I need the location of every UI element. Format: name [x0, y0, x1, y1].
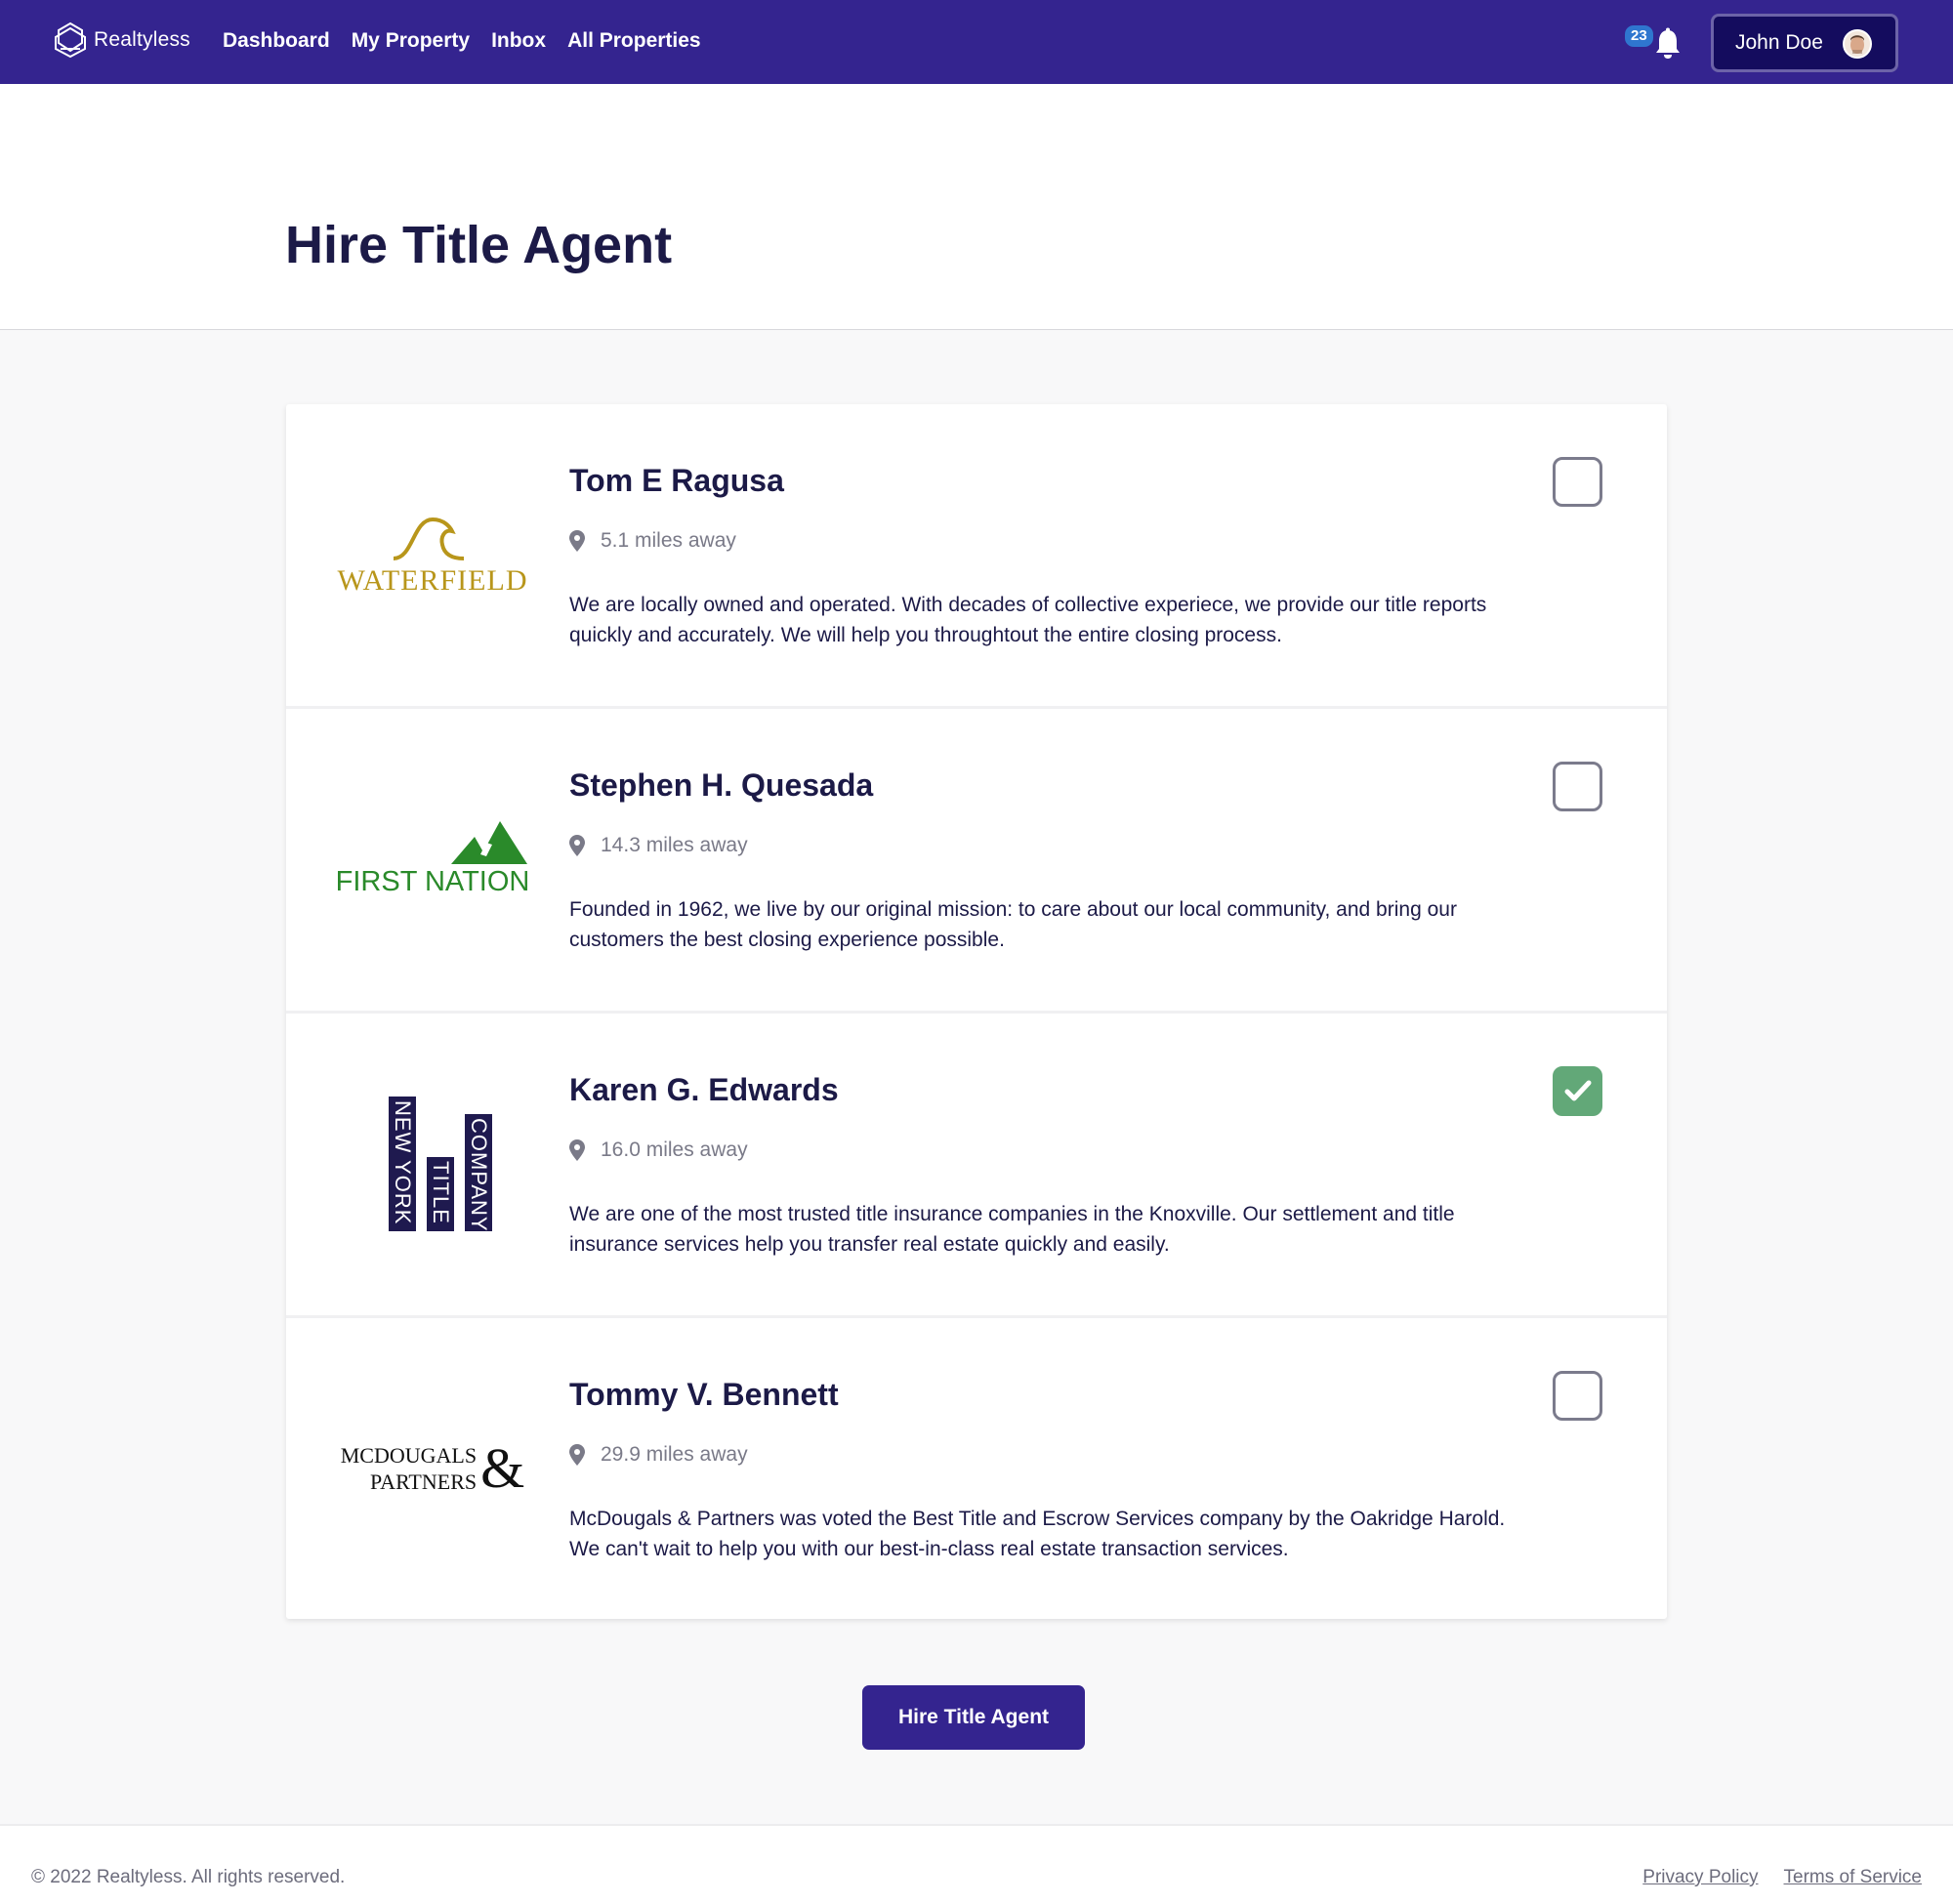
user-name: John Doe: [1735, 31, 1823, 54]
agent-description: McDougals & Partners was voted the Best …: [569, 1508, 1506, 1560]
agent-name: Stephen H. Quesada: [569, 767, 874, 803]
distance-text: 29.9 miles away: [601, 1443, 748, 1466]
logo-ampersand: &: [480, 1436, 525, 1500]
distance-text: 5.1 miles away: [601, 529, 736, 552]
hire-title-agent-button[interactable]: Hire Title Agent: [862, 1685, 1085, 1750]
nav-link-inbox[interactable]: Inbox: [491, 29, 546, 53]
user-avatar: [1843, 29, 1872, 59]
bell-icon: [1656, 27, 1680, 59]
company-logo-first-nation: FIRST NATION: [335, 709, 530, 1011]
company-logo-new-york-title: NEW YORK TITLE COMPANY: [335, 1014, 530, 1315]
avatar-face-icon: [1850, 35, 1864, 54]
company-logo-text: MCDOUGALS PARTNERS: [341, 1442, 477, 1495]
logo-bar-company: COMPANY: [465, 1113, 492, 1231]
agent-name: Tommy V. Bennett: [569, 1377, 839, 1412]
location-pin-icon: [569, 1444, 585, 1466]
copyright-text: © 2022 Realtyless. All rights reserved.: [31, 1867, 346, 1887]
location-pin-icon: [569, 835, 585, 856]
user-menu-button[interactable]: John Doe: [1711, 14, 1898, 72]
agent-name: Tom E Ragusa: [569, 463, 784, 498]
agent-name: Karen G. Edwards: [569, 1072, 839, 1107]
house-logo-icon: [55, 21, 86, 59]
select-agent-checkbox[interactable]: [1553, 1371, 1602, 1421]
page-title: Hire Title Agent: [285, 216, 673, 274]
logo-line-partners: PARTNERS: [369, 1469, 478, 1494]
agent-distance: 16.0 miles away: [569, 1138, 748, 1162]
footer: © 2022 Realtyless. All rights reserved. …: [0, 1824, 1953, 1904]
brand-name: Realtyless: [94, 28, 190, 51]
top-navbar: Realtyless Dashboard My Property Inbox A…: [0, 0, 1953, 84]
mountain-logo-icon: [451, 821, 528, 864]
nav-link-all-properties[interactable]: All Properties: [567, 29, 701, 53]
agent-description: Founded in 1962, we live by our original…: [569, 898, 1457, 951]
agent-card[interactable]: MCDOUGALS PARTNERS & Tommy V. Bennett 29…: [286, 1318, 1667, 1619]
notifications-button[interactable]: 23: [1625, 25, 1680, 64]
agent-distance: 29.9 miles away: [569, 1443, 748, 1467]
checkmark-icon: [1564, 1080, 1592, 1101]
agent-distance: 14.3 miles away: [569, 834, 748, 857]
logo-bar-new-york: NEW YORK: [389, 1096, 416, 1231]
terms-of-service-link[interactable]: Terms of Service: [1784, 1867, 1922, 1888]
distance-text: 16.0 miles away: [601, 1138, 748, 1161]
privacy-policy-link[interactable]: Privacy Policy: [1642, 1867, 1758, 1888]
page-header: Hire Title Agent: [0, 84, 1953, 330]
company-logo-waterfield: WATERFIELD: [335, 404, 530, 706]
agent-card[interactable]: WATERFIELD Tom E Ragusa 5.1 miles away W…: [286, 404, 1667, 709]
agent-distance: 5.1 miles away: [569, 529, 736, 553]
notification-count-badge: 23: [1625, 25, 1653, 47]
select-agent-checkbox[interactable]: [1553, 457, 1602, 507]
company-logo-text: FIRST NATION: [335, 866, 530, 897]
agent-card[interactable]: FIRST NATION Stephen H. Quesada 14.3 mil…: [286, 709, 1667, 1014]
nav-link-dashboard[interactable]: Dashboard: [223, 29, 330, 53]
agent-description: We are one of the most trusted title ins…: [569, 1203, 1455, 1256]
nav-links: Dashboard My Property Inbox All Properti…: [223, 29, 723, 53]
brand-logo[interactable]: Realtyless: [53, 21, 190, 59]
agent-description: We are locally owned and operated. With …: [569, 594, 1487, 646]
location-pin-icon: [569, 1139, 585, 1161]
company-logo-mcdougals: MCDOUGALS PARTNERS &: [335, 1318, 530, 1619]
agent-list: WATERFIELD Tom E Ragusa 5.1 miles away W…: [286, 404, 1667, 1619]
logo-bar-title: TITLE: [427, 1156, 454, 1231]
wave-logo-icon: [393, 517, 465, 560]
select-agent-checkbox[interactable]: [1553, 762, 1602, 811]
logo-line-mcdougals: MCDOUGALS: [340, 1443, 478, 1468]
company-logo-text: WATERFIELD: [337, 563, 528, 597]
select-agent-checkbox[interactable]: [1553, 1066, 1602, 1116]
footer-links: Privacy Policy Terms of Service: [1617, 1867, 1922, 1888]
agent-card[interactable]: NEW YORK TITLE COMPANY Karen G. Edwards …: [286, 1014, 1667, 1318]
distance-text: 14.3 miles away: [601, 834, 748, 856]
location-pin-icon: [569, 530, 585, 552]
nav-link-my-property[interactable]: My Property: [352, 29, 470, 53]
